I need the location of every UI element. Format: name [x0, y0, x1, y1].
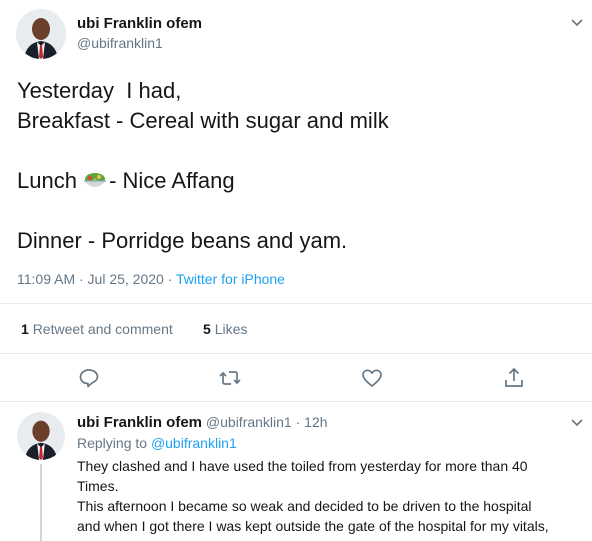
tweet-source-link[interactable]: Twitter for iPhone [176, 271, 285, 287]
replying-to-link[interactable]: @ubifranklin1 [151, 435, 237, 451]
lunch-text: - Nice Affang [109, 168, 235, 193]
tweet-timestamp[interactable]: 11:09 AM · Jul 25, 2020 · [17, 271, 176, 287]
like-label: Likes [214, 321, 248, 337]
retweet-label: Retweet and comment [32, 321, 173, 337]
tweet-text-line: Lunch - Nice Affang [17, 166, 235, 196]
retweet-stat[interactable]: 1 Retweet and comment [21, 321, 173, 337]
tweet-timestamp-row: 11:09 AM · Jul 25, 2020 · Twitter for iP… [17, 271, 285, 287]
divider [0, 303, 592, 304]
reply-author-name[interactable]: ubi Franklin ofem [77, 414, 202, 431]
lunch-prefix: Lunch [17, 168, 84, 193]
thread-line [40, 464, 42, 541]
green-salad-emoji-icon [83, 169, 107, 189]
reply-author-avatar[interactable] [17, 412, 65, 460]
divider [0, 401, 592, 402]
reply-text-line: Times. [77, 478, 119, 494]
retweet-icon[interactable] [218, 366, 242, 390]
reply-author-handle[interactable]: @ubifranklin1 [206, 414, 292, 430]
retweet-count: 1 [21, 321, 29, 337]
reply-text-line: This afternoon I became so weak and deci… [77, 498, 532, 514]
chevron-down-icon[interactable] [569, 14, 585, 35]
heart-icon[interactable] [360, 366, 384, 390]
reply-header: ubi Franklin ofem @ubifranklin1 · 12h [77, 414, 328, 431]
author-avatar[interactable] [16, 9, 66, 59]
reply-text-line: They clashed and I have used the toiled … [77, 458, 528, 474]
tweet-text-line: Dinner - Porridge beans and yam. [17, 228, 348, 253]
author-name[interactable]: ubi Franklin ofem [77, 15, 202, 32]
share-icon[interactable] [502, 366, 526, 390]
divider [0, 353, 592, 354]
reply-icon[interactable] [77, 366, 101, 390]
chevron-down-icon[interactable] [569, 414, 585, 435]
replying-prefix: Replying to [77, 435, 151, 451]
tweet-text-line: Breakfast - Cereal with sugar and milk [17, 108, 389, 133]
likes-stat[interactable]: 5 Likes [203, 321, 247, 337]
reply-text-line: and when I got there I was kept outside … [77, 518, 549, 534]
like-count: 5 [203, 321, 211, 337]
author-handle[interactable]: @ubifranklin1 [77, 35, 163, 51]
replying-to: Replying to @ubifranklin1 [77, 435, 237, 451]
reply-time[interactable]: · 12h [296, 414, 328, 430]
tweet-text-line: Yesterday I had, [17, 78, 182, 103]
